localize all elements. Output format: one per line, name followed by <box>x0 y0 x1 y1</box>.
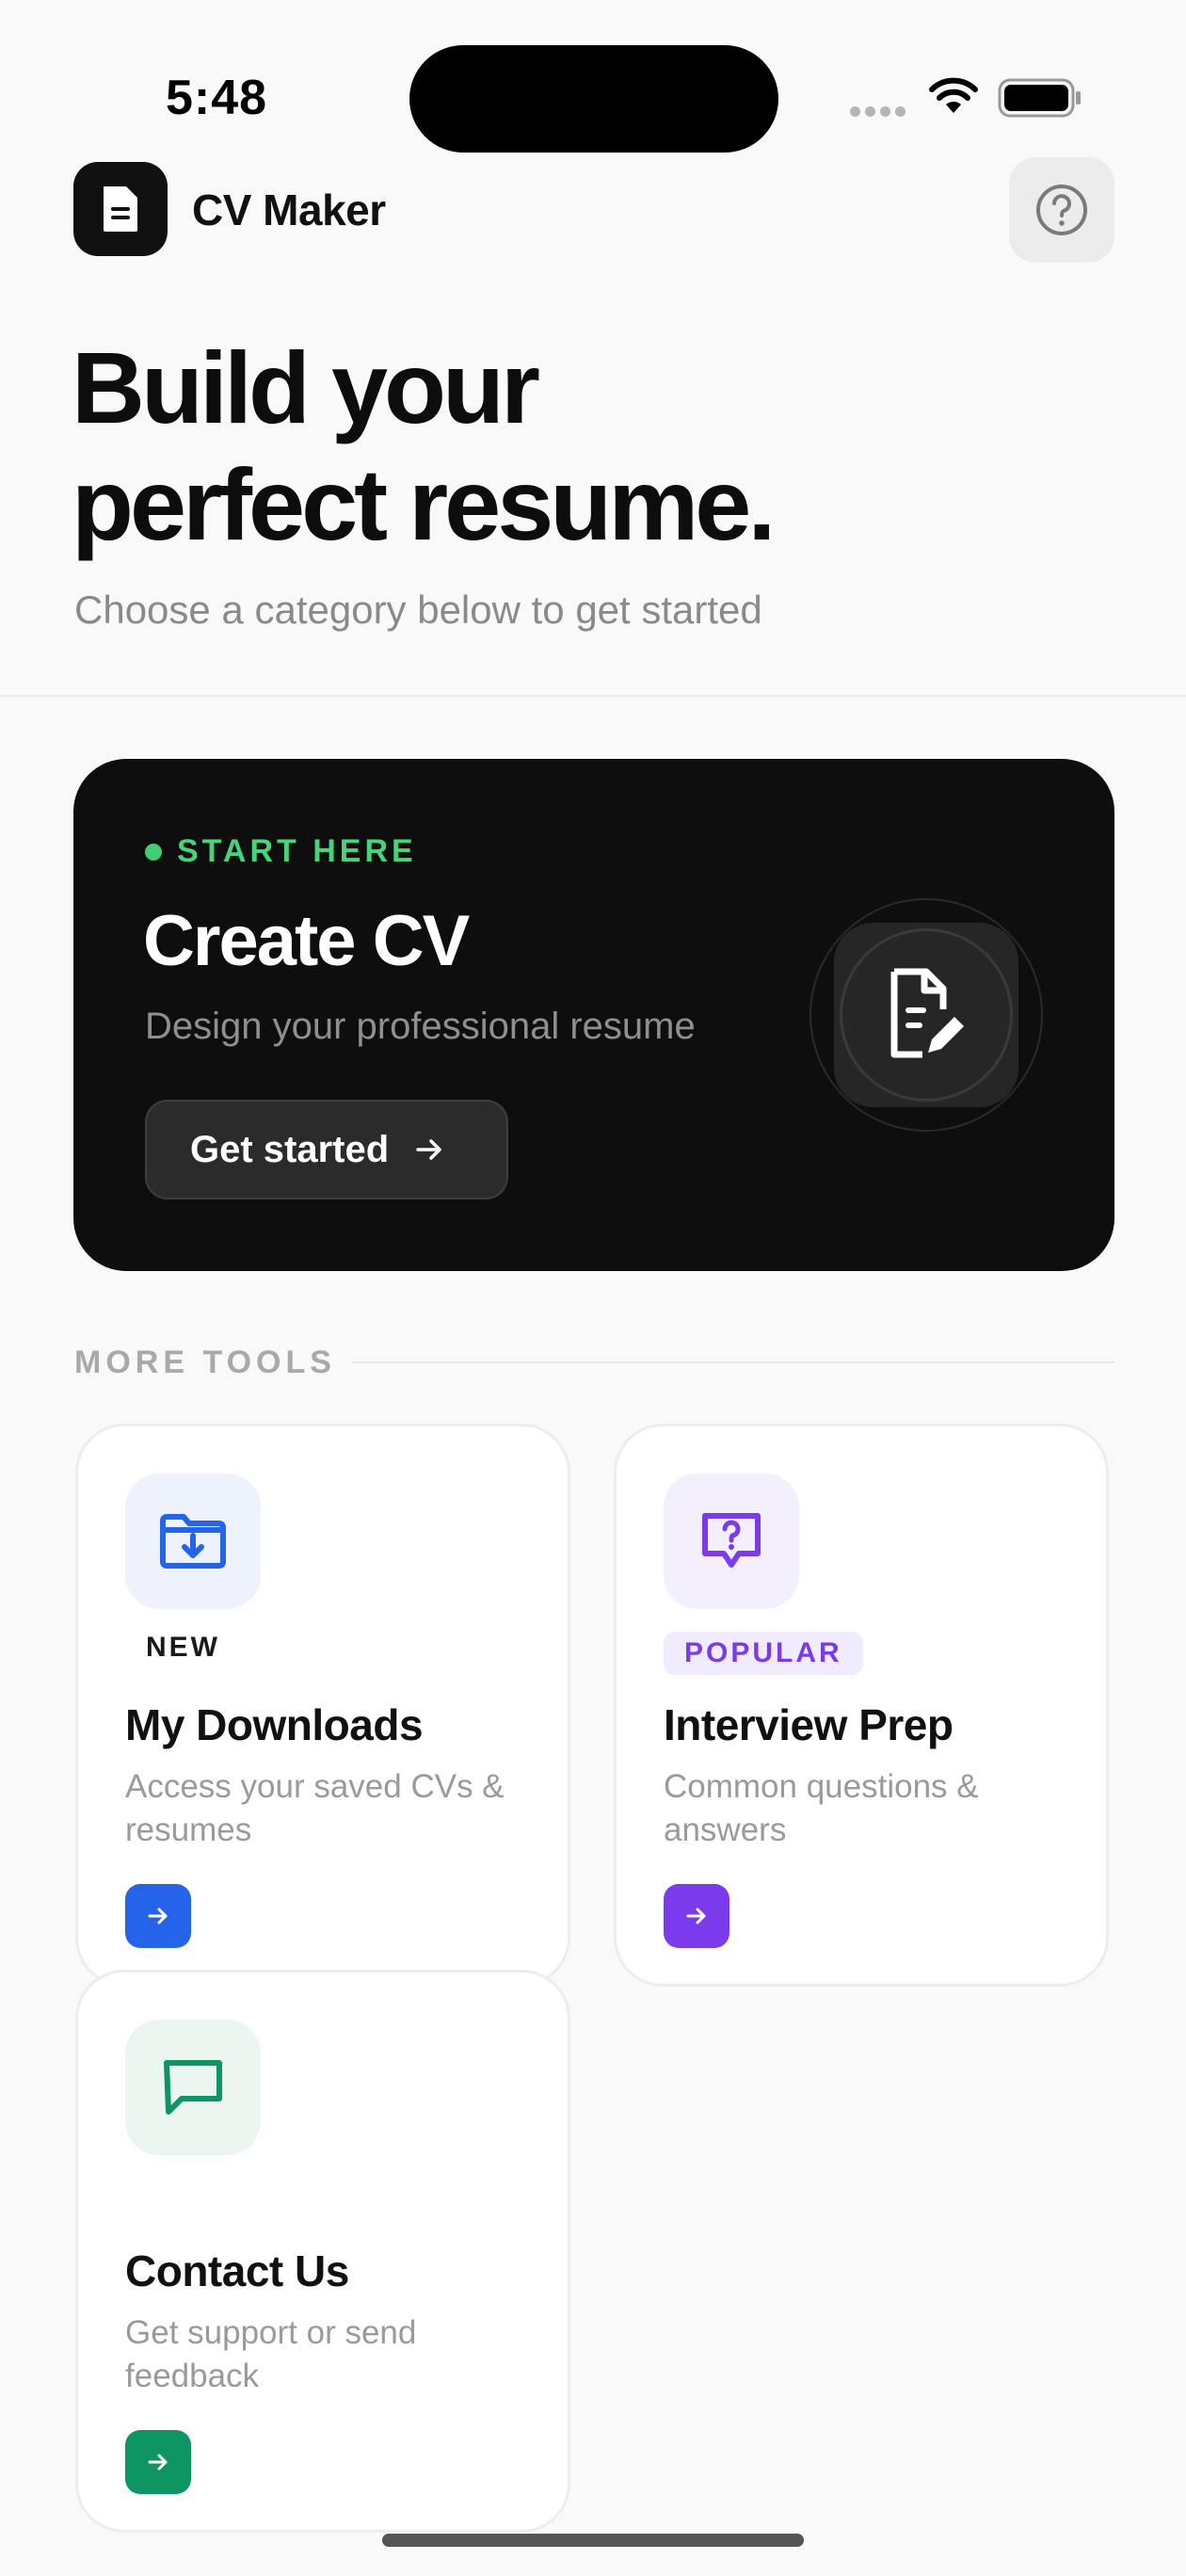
interview-prep-icon-tile <box>664 1473 799 1609</box>
contact-us-card[interactable]: Contact Us Get support or send feedback <box>75 1970 570 2533</box>
home-screen: 5:48 CV Maker Build your perfect resume.… <box>0 0 1186 2576</box>
my-downloads-title: My Downloads <box>125 1700 424 1749</box>
arrow-right-icon <box>148 1908 168 1924</box>
contact-us-arrow-button[interactable] <box>125 2430 191 2494</box>
get-started-button[interactable]: Get started <box>145 1100 508 1199</box>
create-cv-icon-badge <box>834 923 1018 1107</box>
page-title: Build your perfect resume. <box>72 330 1107 563</box>
popular-badge: POPULAR <box>664 1632 863 1675</box>
question-circle-icon <box>1036 185 1087 235</box>
folder-download-icon <box>160 1514 226 1569</box>
battery-icon <box>998 78 1081 118</box>
chat-icon <box>164 2060 222 2115</box>
create-cv-title: Create CV <box>143 901 470 981</box>
divider <box>0 695 1186 697</box>
create-cv-card[interactable]: START HERE Create CV Design your profess… <box>73 759 1114 1271</box>
create-cv-subtitle: Design your professional resume <box>145 1006 696 1047</box>
start-here-label: START HERE <box>177 833 417 869</box>
page-title-line-1: Build your <box>72 330 540 444</box>
cellular-signal-icon <box>850 106 906 117</box>
arrow-right-icon <box>413 1134 445 1166</box>
page-title-line-2: perfect resume. <box>72 447 776 561</box>
interview-prep-title: Interview Prep <box>664 1700 954 1749</box>
new-badge: NEW <box>146 1632 220 1663</box>
interview-prep-description: Common questions & answers <box>664 1768 979 1848</box>
status-time: 5:48 <box>166 71 268 125</box>
document-icon <box>104 186 137 232</box>
dynamic-island <box>409 45 778 153</box>
help-button[interactable] <box>1009 157 1114 263</box>
my-downloads-arrow-button[interactable] <box>125 1884 191 1948</box>
section-divider <box>352 1361 1114 1363</box>
wifi-icon <box>929 77 978 113</box>
my-downloads-icon-tile <box>125 1473 261 1609</box>
app-logo <box>73 162 168 256</box>
contact-us-title: Contact Us <box>125 2246 349 2295</box>
interview-prep-card[interactable]: POPULAR Interview Prep Common questions … <box>614 1424 1109 1987</box>
status-dot <box>145 844 162 861</box>
contact-us-icon-tile <box>125 2020 261 2155</box>
home-indicator[interactable] <box>382 2534 804 2547</box>
app-title: CV Maker <box>192 185 386 234</box>
arrow-right-icon <box>686 1908 706 1924</box>
question-bubble-icon <box>702 1513 761 1568</box>
page-subtitle: Choose a category below to get started <box>74 588 762 632</box>
get-started-label: Get started <box>190 1128 390 1170</box>
more-tools-label: MORE TOOLS <box>74 1344 336 1380</box>
arrow-right-icon <box>148 2454 168 2471</box>
interview-prep-arrow-button[interactable] <box>664 1884 729 1948</box>
contact-us-description: Get support or send feedback <box>125 2314 417 2394</box>
document-edit-icon <box>890 968 964 1058</box>
my-downloads-description: Access your saved CVs & resumes <box>125 1768 505 1848</box>
my-downloads-card[interactable]: NEW My Downloads Access your saved CVs &… <box>75 1424 570 1987</box>
